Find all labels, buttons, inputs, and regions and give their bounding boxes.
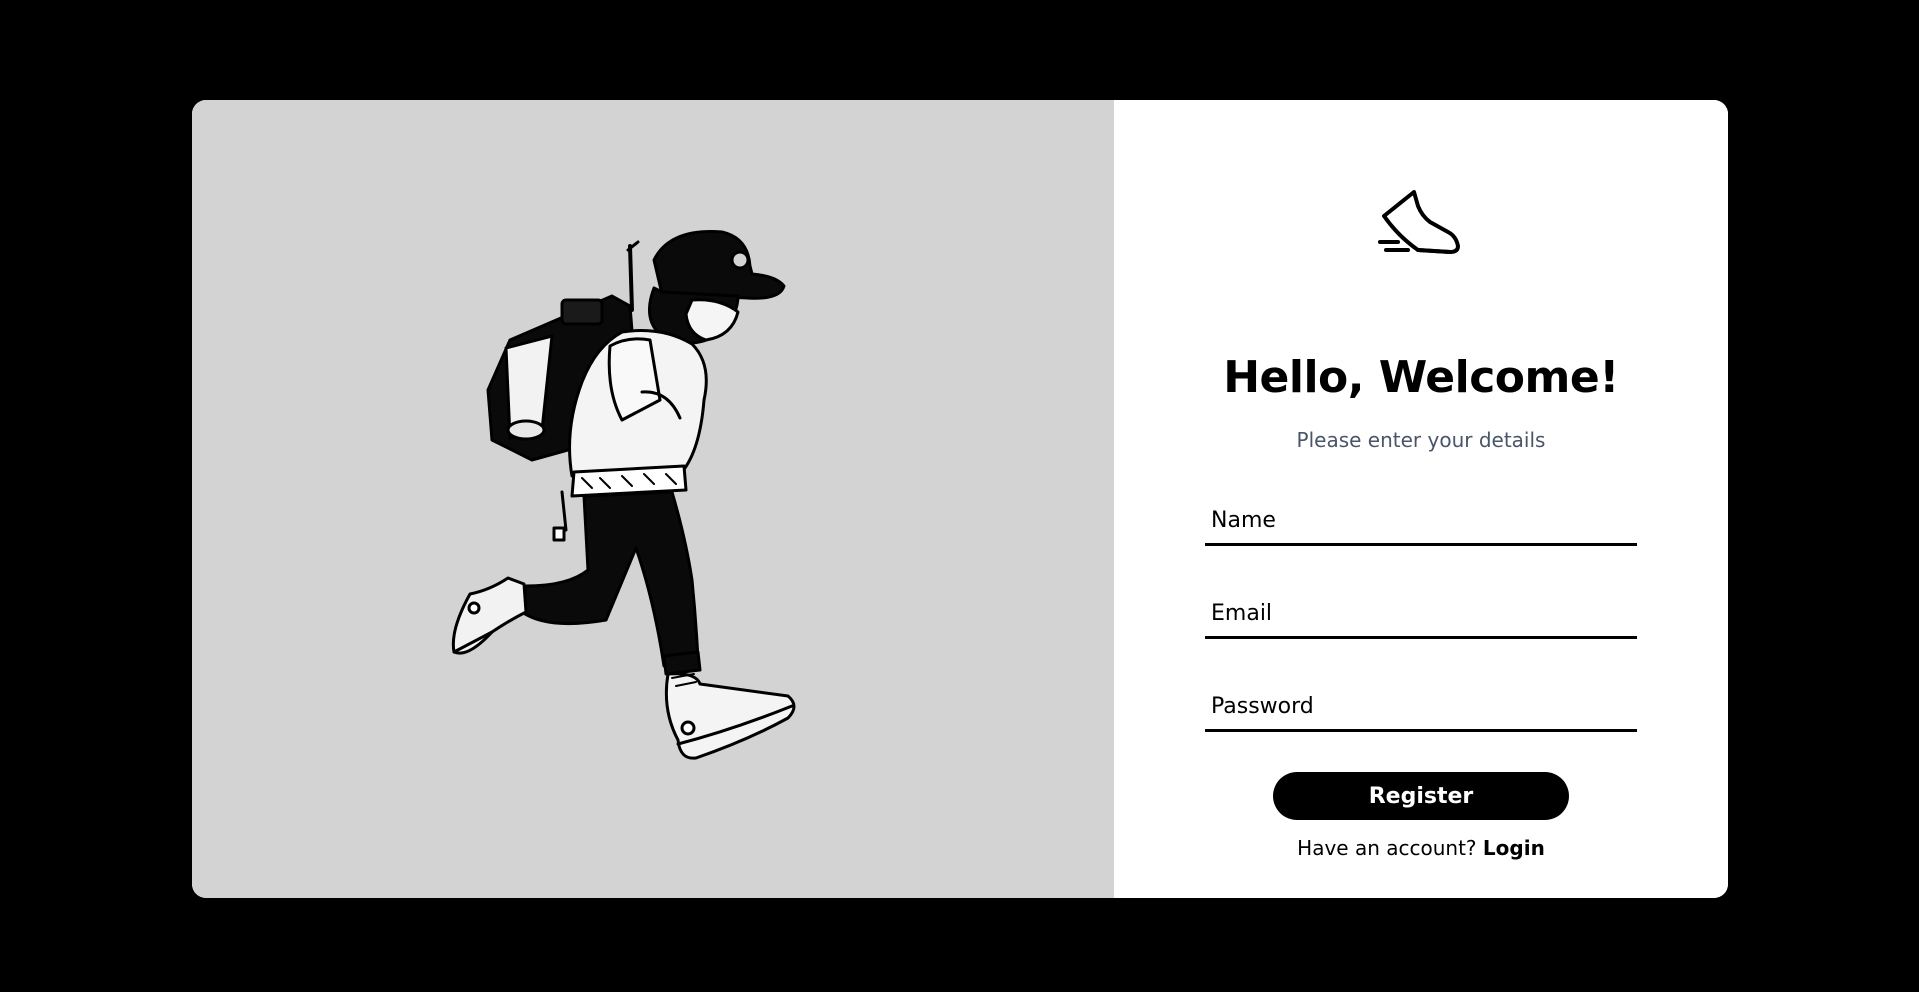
login-link[interactable]: Login bbox=[1483, 836, 1545, 860]
account-prompt-text: Have an account? bbox=[1297, 836, 1477, 860]
page-title: Hello, Welcome! bbox=[1223, 352, 1619, 403]
running-hiker-illustration bbox=[451, 230, 796, 760]
login-prompt: Have an account? Login bbox=[1114, 836, 1728, 860]
email-input[interactable] bbox=[1205, 591, 1637, 639]
page-subtitle: Please enter your details bbox=[1296, 428, 1546, 452]
password-input[interactable] bbox=[1205, 684, 1637, 732]
register-card: Hello, Welcome! Please enter your detail… bbox=[192, 100, 1728, 898]
register-form-panel: Hello, Welcome! Please enter your detail… bbox=[1114, 100, 1728, 898]
register-button[interactable]: Register bbox=[1273, 772, 1569, 820]
name-input[interactable] bbox=[1205, 498, 1637, 546]
hero-panel bbox=[192, 100, 1114, 898]
sneaker-icon bbox=[1378, 190, 1460, 254]
